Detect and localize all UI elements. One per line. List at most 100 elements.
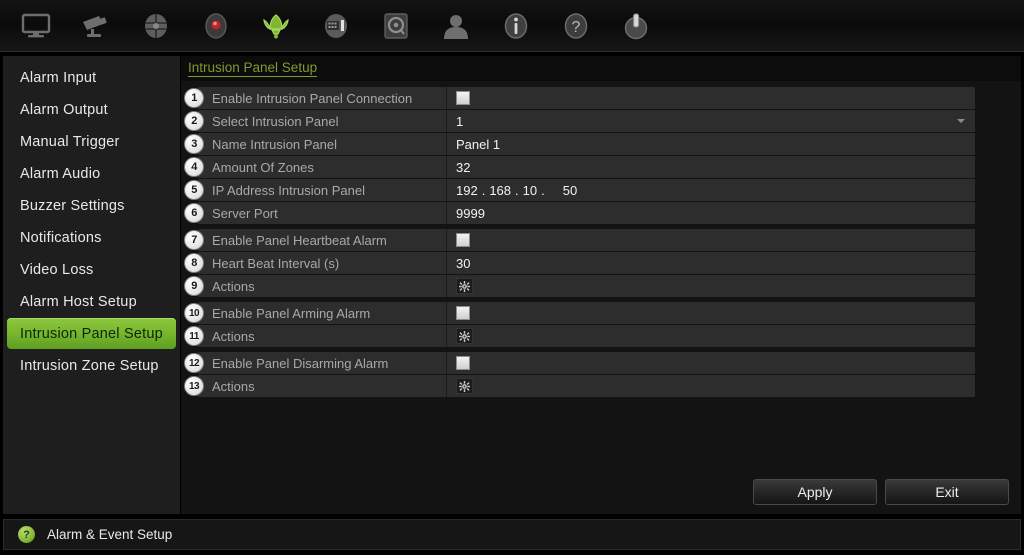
apply-button[interactable]: Apply — [753, 479, 877, 505]
display-icon[interactable] — [6, 2, 66, 50]
disarming-actions-button[interactable] — [456, 378, 473, 394]
row-label: Actions — [212, 278, 255, 294]
ip-octet-4[interactable]: 50 — [563, 183, 577, 198]
row-label: Heart Beat Interval (s) — [212, 255, 340, 271]
heartbeat-actions-button[interactable] — [456, 278, 473, 294]
row-value[interactable]: 30 — [446, 252, 975, 274]
row-value[interactable]: 32 — [446, 156, 975, 178]
row-value[interactable]: 192 . 168 . 10 . 50 — [446, 179, 975, 201]
row-label: Enable Panel Disarming Alarm — [212, 355, 389, 371]
row-label: Enable Panel Arming Alarm — [212, 305, 371, 321]
row-amount-of-zones[interactable]: 4 Amount Of Zones 32 — [184, 156, 975, 178]
row-heartbeat-actions[interactable]: 9 Actions — [184, 275, 975, 297]
user-icon[interactable] — [426, 2, 486, 50]
info-icon[interactable] — [486, 2, 546, 50]
row-value — [446, 302, 975, 324]
enable-disarming-alarm-checkbox[interactable] — [456, 356, 470, 370]
row-label: Actions — [212, 378, 255, 394]
row-value[interactable]: 9999 — [446, 202, 975, 224]
sidebar-item-intrusion-panel-setup[interactable]: Intrusion Panel Setup — [7, 318, 176, 349]
sidebar-item-alarm-output[interactable]: Alarm Output — [7, 94, 176, 125]
sidebar-item-label: Alarm Audio — [20, 165, 101, 182]
row-label: Enable Panel Heartbeat Alarm — [212, 232, 387, 248]
ip-separator: . — [541, 182, 545, 198]
record-icon[interactable] — [186, 2, 246, 50]
row-select-intrusion-panel[interactable]: 2 Select Intrusion Panel 1 — [184, 110, 975, 132]
row-enable-panel-heartbeat-alarm[interactable]: 7 Enable Panel Heartbeat Alarm — [184, 229, 975, 251]
gear-icon — [459, 380, 470, 392]
row-value[interactable]: 1 — [446, 110, 975, 132]
arming-actions-button[interactable] — [456, 328, 473, 344]
settings-group-connection: 1 Enable Intrusion Panel Connection 2 Se… — [181, 87, 1021, 224]
sidebar-item-manual-trigger[interactable]: Manual Trigger — [7, 126, 176, 157]
row-label: Enable Intrusion Panel Connection — [212, 90, 413, 106]
row-disarming-actions[interactable]: 13 Actions — [184, 375, 975, 397]
row-number-badge: 11 — [184, 326, 204, 346]
help-icon[interactable]: ? — [546, 2, 606, 50]
sidebar-item-buzzer-settings[interactable]: Buzzer Settings — [7, 190, 176, 221]
row-server-port[interactable]: 6 Server Port 9999 — [184, 202, 975, 224]
sidebar-item-video-loss[interactable]: Video Loss — [7, 254, 176, 285]
enable-arming-alarm-checkbox[interactable] — [456, 306, 470, 320]
ip-octet-3[interactable]: 10 — [523, 183, 537, 198]
enable-connection-checkbox[interactable] — [456, 91, 470, 105]
ip-separator: . — [481, 182, 486, 198]
hdd-icon[interactable] — [366, 2, 426, 50]
ip-octet-2[interactable]: 168 — [489, 183, 511, 198]
device-settings-icon[interactable] — [306, 2, 366, 50]
sidebar-item-notifications[interactable]: Notifications — [7, 222, 176, 253]
settings-group-heartbeat: 7 Enable Panel Heartbeat Alarm 8 Heart B… — [181, 229, 1021, 297]
row-number-badge: 8 — [184, 253, 204, 273]
page-title: Intrusion Panel Setup — [188, 59, 318, 77]
row-label: Actions — [212, 328, 255, 344]
sidebar-item-label: Buzzer Settings — [20, 197, 125, 214]
sidebar-item-label: Alarm Output — [20, 101, 108, 118]
ip-address-input[interactable]: 192 . 168 . 10 . 50 — [456, 183, 577, 198]
heart-beat-interval-input[interactable]: 30 — [456, 256, 470, 271]
network-icon[interactable] — [126, 2, 186, 50]
sidebar-item-alarm-host-setup[interactable]: Alarm Host Setup — [7, 286, 176, 317]
sidebar-item-intrusion-zone-setup[interactable]: Intrusion Zone Setup — [7, 350, 176, 381]
row-number-badge: 10 — [184, 303, 204, 323]
row-value — [446, 325, 975, 347]
row-value[interactable]: Panel 1 — [446, 133, 975, 155]
row-name-intrusion-panel[interactable]: 3 Name Intrusion Panel Panel 1 — [184, 133, 975, 155]
row-heart-beat-interval[interactable]: 8 Heart Beat Interval (s) 30 — [184, 252, 975, 274]
row-arming-actions[interactable]: 11 Actions — [184, 325, 975, 347]
row-label: Server Port — [212, 205, 278, 221]
row-value — [446, 375, 975, 397]
sidebar: Alarm Input Alarm Output Manual Trigger … — [3, 56, 181, 514]
row-number-badge: 1 — [184, 88, 204, 108]
alarm-bell-icon[interactable] — [246, 2, 306, 50]
enable-heartbeat-alarm-checkbox[interactable] — [456, 233, 470, 247]
sidebar-item-alarm-input[interactable]: Alarm Input — [7, 62, 176, 93]
amount-of-zones-input[interactable]: 32 — [456, 160, 470, 175]
help-circle-icon[interactable]: ? — [18, 526, 35, 543]
ip-octet-1[interactable]: 192 — [456, 183, 478, 198]
row-number-badge: 5 — [184, 180, 204, 200]
chevron-down-icon[interactable] — [957, 119, 965, 123]
exit-button[interactable]: Exit — [885, 479, 1009, 505]
row-enable-panel-disarming-alarm[interactable]: 12 Enable Panel Disarming Alarm — [184, 352, 975, 374]
gear-icon — [459, 330, 470, 342]
status-text: Alarm & Event Setup — [47, 527, 173, 542]
row-label: Name Intrusion Panel — [212, 136, 338, 152]
row-number-badge: 3 — [184, 134, 204, 154]
main-toolbar: ? — [0, 0, 1024, 52]
row-enable-panel-arming-alarm[interactable]: 10 Enable Panel Arming Alarm — [184, 302, 975, 324]
power-icon[interactable] — [606, 2, 666, 50]
camera-icon[interactable] — [66, 2, 126, 50]
content-pane: Intrusion Panel Setup 1 Enable Intrusion… — [181, 56, 1021, 514]
sidebar-item-alarm-audio[interactable]: Alarm Audio — [7, 158, 176, 189]
server-port-input[interactable]: 9999 — [456, 206, 485, 221]
row-label: Select Intrusion Panel — [212, 113, 339, 129]
settings-rows: 1 Enable Intrusion Panel Connection 2 Se… — [181, 81, 1021, 397]
row-number-badge: 4 — [184, 157, 204, 177]
status-bar: ? Alarm & Event Setup — [3, 519, 1021, 550]
row-enable-intrusion-panel-connection[interactable]: 1 Enable Intrusion Panel Connection — [184, 87, 975, 109]
sidebar-item-label: Alarm Host Setup — [20, 293, 137, 310]
ip-separator: . — [515, 182, 519, 198]
row-ip-address-intrusion-panel[interactable]: 5 IP Address Intrusion Panel 192 . 168 .… — [184, 179, 975, 201]
name-panel-input[interactable]: Panel 1 — [456, 137, 500, 152]
row-value — [446, 87, 975, 109]
